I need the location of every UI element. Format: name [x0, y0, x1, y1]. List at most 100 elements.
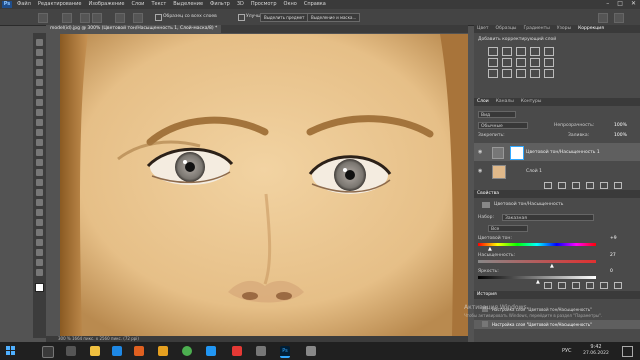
clock-date[interactable]: 27.06.2022: [582, 351, 610, 356]
panel-action-icon[interactable]: [572, 182, 580, 189]
panel-action-icon[interactable]: [614, 282, 622, 289]
layers-tab-1[interactable]: Каналы: [496, 98, 514, 106]
photoshop-logo-icon[interactable]: Ps: [2, 1, 12, 8]
adjustment-icon[interactable]: [488, 58, 498, 67]
app-icon[interactable]: [158, 346, 168, 356]
tool-icon[interactable]: [36, 219, 43, 226]
layer-row-layer-1[interactable]: ◉ Слой 1: [474, 162, 640, 180]
edge-icon[interactable]: [112, 346, 122, 356]
adjustment-icon[interactable]: [516, 58, 526, 67]
hue-slider-track[interactable]: [478, 243, 596, 246]
lightness-slider-handle[interactable]: ▲: [536, 279, 540, 285]
menu-item[interactable]: Файл: [17, 1, 31, 7]
maximize-icon[interactable]: □: [617, 0, 623, 7]
menu-item[interactable]: Фильтр: [210, 1, 230, 7]
close-icon[interactable]: ✕: [631, 0, 636, 7]
tool-icon[interactable]: [36, 199, 43, 206]
app-icon[interactable]: [306, 346, 316, 356]
quick-select-tool-icon[interactable]: [62, 13, 72, 23]
tool-icon[interactable]: [36, 249, 43, 256]
tool-icon[interactable]: [36, 169, 43, 176]
minimize-icon[interactable]: –: [606, 0, 609, 7]
tab-history[interactable]: История: [477, 291, 497, 299]
file-explorer-icon[interactable]: [90, 346, 100, 356]
language-indicator[interactable]: РУС: [562, 348, 572, 354]
preset-select[interactable]: Заказная: [502, 214, 594, 221]
adjustment-icon[interactable]: [544, 69, 554, 78]
sample-all-layers-checkbox[interactable]: [155, 14, 162, 21]
tool-icon[interactable]: [36, 259, 43, 266]
start-button[interactable]: [6, 346, 16, 356]
tab-0[interactable]: Цвет: [477, 25, 489, 33]
adjustment-icon[interactable]: [544, 47, 554, 56]
menu-item[interactable]: Выделение: [173, 1, 203, 7]
history-item-active[interactable]: Настройка слоя "Цветовой тон/Насыщенност…: [474, 320, 640, 329]
tool-icon[interactable]: [36, 59, 43, 66]
panel-action-icon[interactable]: [600, 282, 608, 289]
vlc-icon[interactable]: [134, 346, 144, 356]
layers-tab-0[interactable]: Слои: [477, 98, 489, 106]
angle-icon[interactable]: [133, 13, 143, 23]
layers-tab-2[interactable]: Контуры: [521, 98, 542, 106]
select-and-mask-button[interactable]: Выделение и маска...: [307, 13, 361, 22]
brush-size-icon[interactable]: [115, 13, 125, 23]
home-icon[interactable]: [38, 13, 48, 23]
lightness-value[interactable]: 0: [610, 269, 613, 274]
tool-icon[interactable]: [36, 69, 43, 76]
saturation-value[interactable]: 27: [610, 253, 616, 258]
panel-action-icon[interactable]: [572, 282, 580, 289]
tab-properties[interactable]: Свойства: [477, 190, 499, 198]
select-subject-button[interactable]: Выделить предмет: [260, 13, 309, 22]
yandex-icon[interactable]: [232, 346, 242, 356]
tool-icon[interactable]: [36, 139, 43, 146]
layer-row-hue-saturation[interactable]: ◉ Цветовой тон/Насыщенность 1: [474, 143, 640, 161]
layer-kind-filter[interactable]: Вид: [478, 111, 516, 118]
menu-item[interactable]: Окно: [284, 1, 297, 7]
workspace-icon[interactable]: [614, 13, 624, 23]
add-selection-icon[interactable]: [80, 13, 90, 23]
task-view-icon[interactable]: [66, 346, 76, 356]
panel-action-icon[interactable]: [558, 282, 566, 289]
adjustment-icon[interactable]: [488, 69, 498, 78]
channel-select[interactable]: Все: [488, 225, 528, 232]
panel-action-icon[interactable]: [586, 282, 594, 289]
tool-icon[interactable]: [36, 119, 43, 126]
search-taskbar-icon[interactable]: [42, 346, 54, 358]
adjustment-icon[interactable]: [502, 47, 512, 56]
subtract-selection-icon[interactable]: [92, 13, 102, 23]
chrome-icon[interactable]: [182, 346, 192, 356]
tool-icon[interactable]: [36, 79, 43, 86]
menu-item[interactable]: Редактирование: [38, 1, 82, 7]
fill-value[interactable]: 100%: [614, 133, 627, 138]
tool-icon[interactable]: [36, 99, 43, 106]
adjustment-icon[interactable]: [530, 47, 540, 56]
panel-action-icon[interactable]: [544, 182, 552, 189]
menu-item[interactable]: 3D: [237, 1, 244, 7]
panel-action-icon[interactable]: [600, 182, 608, 189]
adjustment-icon[interactable]: [502, 69, 512, 78]
tool-icon[interactable]: [36, 179, 43, 186]
eye-icon[interactable]: ◉: [478, 168, 482, 174]
tool-icon[interactable]: [36, 109, 43, 116]
adjustment-icon[interactable]: [544, 58, 554, 67]
tool-icon[interactable]: [36, 159, 43, 166]
tool-icon[interactable]: [36, 49, 43, 56]
menu-item[interactable]: Текст: [151, 1, 166, 7]
menu-item[interactable]: Изображение: [88, 1, 124, 7]
eye-icon[interactable]: ◉: [478, 149, 482, 155]
adjustment-icon[interactable]: [502, 58, 512, 67]
adjustment-icon[interactable]: [488, 47, 498, 56]
clock-time[interactable]: 9:42: [582, 344, 610, 350]
panel-action-icon[interactable]: [586, 182, 594, 189]
tool-icon[interactable]: [36, 269, 43, 276]
tool-icon[interactable]: [36, 89, 43, 96]
saturation-slider-handle[interactable]: ▲: [550, 263, 554, 269]
panel-action-icon[interactable]: [614, 182, 622, 189]
tool-icon[interactable]: [36, 189, 43, 196]
tab-2[interactable]: Градиенты: [524, 25, 550, 33]
notifications-icon[interactable]: [622, 346, 633, 357]
tool-icon[interactable]: [36, 229, 43, 236]
tab-4[interactable]: Коррекция: [578, 25, 604, 33]
document-canvas[interactable]: [60, 34, 468, 336]
panel-action-icon[interactable]: [558, 182, 566, 189]
